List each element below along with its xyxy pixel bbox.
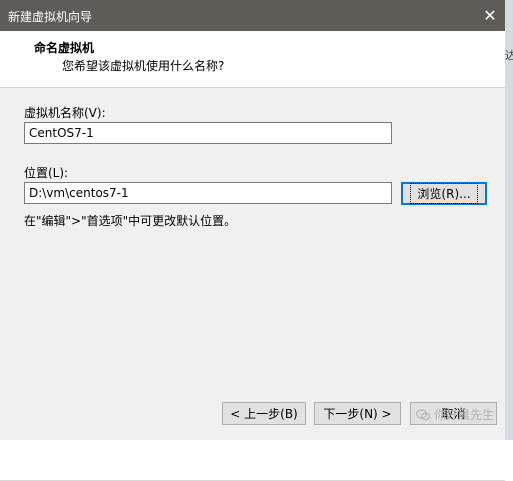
wechat-icon — [416, 408, 430, 420]
page-title: 命名虚拟机 — [34, 41, 95, 55]
next-button[interactable]: 下一步(N) > — [314, 402, 401, 425]
background-glyph: 达 — [505, 49, 513, 62]
window-title: 新建虚拟机向导 — [8, 10, 93, 24]
wizard-header: 命名虚拟机 您希望该虚拟机使用什么名称? — [0, 31, 505, 88]
watermark-text: 你好晨先生 — [434, 408, 495, 422]
location-label: 位置(L): — [24, 166, 69, 180]
background-window-strip: 达 — [505, 0, 513, 440]
watermark: 你好晨先生 — [416, 406, 494, 423]
back-button[interactable]: < 上一步(B) — [222, 402, 306, 425]
vm-name-label: 虚拟机名称(V): — [24, 106, 106, 120]
location-hint: 在"编辑">"首选项"中可更改默认位置。 — [24, 214, 237, 228]
vm-name-input[interactable] — [24, 122, 392, 144]
close-icon[interactable]: ✕ — [475, 0, 505, 31]
page-subtitle: 您希望该虚拟机使用什么名称? — [62, 59, 225, 73]
title-bar: 新建虚拟机向导 ✕ — [0, 0, 505, 31]
browse-button-label: 浏览(R)... — [410, 183, 478, 204]
wizard-body: 虚拟机名称(V): 位置(L): 浏览(R)... 在"编辑">"首选项"中可更… — [0, 88, 505, 481]
location-input[interactable] — [24, 182, 392, 204]
browse-button[interactable]: 浏览(R)... — [401, 182, 487, 205]
